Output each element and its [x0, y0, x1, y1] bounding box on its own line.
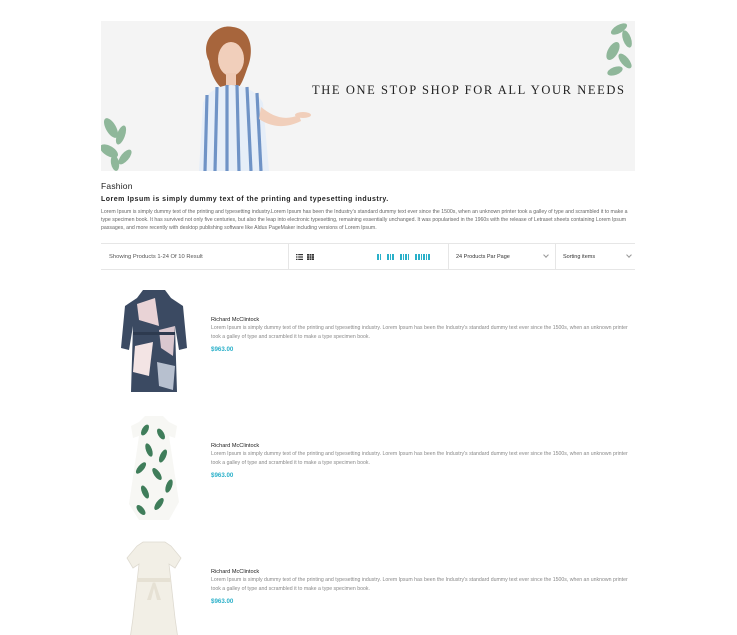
- product-description: Lorem Ipsum is simply dummy text of the …: [211, 325, 628, 340]
- two-column-icon[interactable]: [377, 254, 382, 260]
- three-column-icon[interactable]: [387, 254, 394, 260]
- sort-label: Sorting items: [563, 253, 596, 260]
- column-layout-switcher: [377, 254, 430, 260]
- per-page-select[interactable]: 24 Products Par Page: [456, 244, 552, 269]
- chevron-down-icon: [543, 252, 549, 258]
- product-description: Lorem Ipsum is simply dummy text of the …: [211, 451, 628, 466]
- toolbar-divider: [555, 244, 556, 269]
- product-price: $963.00: [211, 598, 234, 605]
- product-brand[interactable]: Richard McClintock: [211, 443, 259, 449]
- toolbar-divider: [288, 244, 289, 269]
- leaf-decoration-icon: [606, 23, 632, 76]
- sort-select[interactable]: Sorting items: [563, 244, 635, 269]
- product-image[interactable]: [119, 538, 189, 635]
- per-page-label: 24 Products Par Page: [456, 253, 510, 260]
- product-toolbar: Showing Products 1-24 Of 10 Result 24 Pr…: [101, 243, 635, 270]
- product-image[interactable]: [119, 286, 189, 396]
- category-description: Lorem Ipsum is simply dummy text of the …: [101, 209, 628, 232]
- category-subtitle: Lorem Ipsum is simply dummy text of the …: [101, 196, 389, 203]
- four-column-icon[interactable]: [399, 254, 410, 260]
- chevron-down-icon: [626, 252, 632, 258]
- product-description: Lorem Ipsum is simply dummy text of the …: [211, 577, 628, 592]
- list-view-icon[interactable]: [296, 254, 303, 260]
- product-brand[interactable]: Richard McClintock: [211, 317, 259, 323]
- toolbar-divider: [448, 244, 449, 269]
- banner-tagline: THE ONE STOP SHOP FOR ALL YOUR NEEDS: [312, 83, 626, 97]
- leaf-decoration-icon: [101, 118, 132, 171]
- grid-view-icon[interactable]: [307, 254, 314, 260]
- product-price: $963.00: [211, 472, 234, 479]
- hero-banner: THE ONE STOP SHOP FOR ALL YOUR NEEDS: [101, 21, 635, 171]
- product-price: $963.00: [211, 346, 234, 353]
- result-count: Showing Products 1-24 Of 10 Result: [109, 253, 203, 260]
- model-image: [199, 26, 311, 171]
- six-column-icon[interactable]: [415, 254, 430, 260]
- category-title: Fashion: [101, 181, 133, 191]
- product-image[interactable]: [119, 412, 189, 522]
- product-brand[interactable]: Richard McClintock: [211, 569, 259, 575]
